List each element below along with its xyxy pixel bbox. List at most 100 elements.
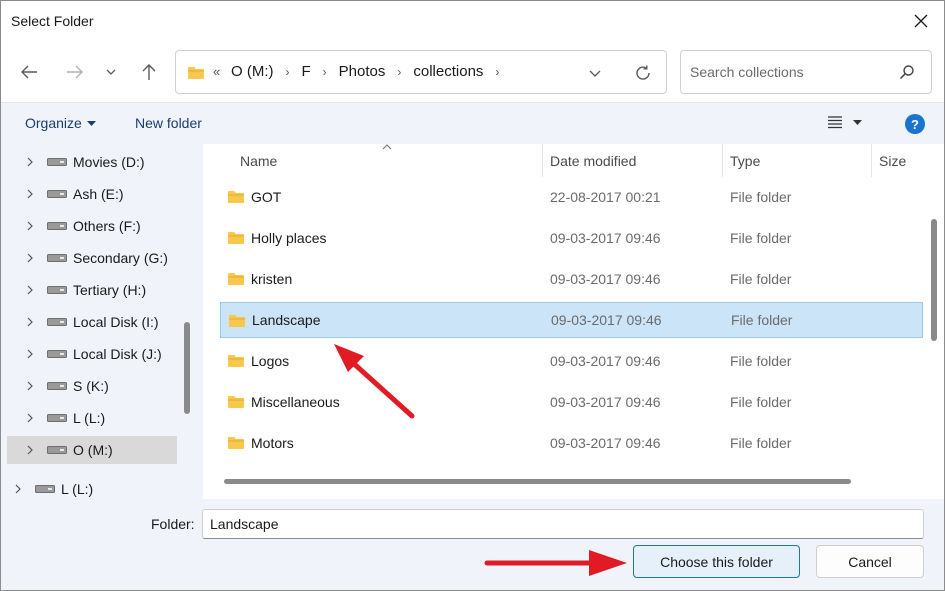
forward-button[interactable] — [61, 58, 89, 86]
table-row[interactable]: Holly places 09-03-2017 09:46 File folde… — [220, 220, 923, 256]
breadcrumb-item[interactable]: F — [302, 63, 311, 80]
sidebar-item-s[interactable]: S (K:) — [7, 372, 177, 400]
chevron-right-icon[interactable]: › — [323, 65, 327, 79]
organize-button[interactable]: Organize — [25, 115, 96, 131]
file-name: Logos — [251, 353, 290, 369]
table-row[interactable]: Miscellaneous 09-03-2017 09:46 File fold… — [220, 384, 923, 420]
file-name: Holly places — [251, 230, 327, 246]
breadcrumb-item[interactable]: O (M:) — [231, 63, 274, 80]
horizontal-scrollbar[interactable] — [224, 479, 851, 484]
refresh-icon — [636, 65, 650, 80]
address-bar[interactable]: « O (M:) › F › Photos › collections › — [175, 50, 667, 94]
chevron-right-icon[interactable] — [23, 413, 37, 423]
sidebar-item-label: Secondary (G:) — [73, 250, 168, 266]
caret-down-icon — [86, 120, 96, 126]
chevron-right-icon[interactable] — [23, 317, 37, 327]
search-box — [680, 50, 932, 94]
chevron-right-icon[interactable] — [11, 484, 25, 494]
drive-icon — [35, 485, 55, 493]
folder-name-input[interactable] — [202, 509, 924, 539]
arrow-left-icon — [21, 65, 37, 79]
column-divider[interactable] — [542, 144, 543, 177]
file-type: File folder — [730, 394, 792, 410]
file-type: File folder — [731, 312, 793, 328]
new-folder-button[interactable]: New folder — [135, 115, 202, 131]
chevron-right-icon[interactable]: › — [286, 65, 290, 79]
file-type: File folder — [730, 271, 792, 287]
file-type: File folder — [730, 189, 792, 205]
column-header-type[interactable]: Type — [730, 144, 760, 177]
chevron-right-icon[interactable] — [23, 349, 37, 359]
breadcrumb: O (M:) › F › Photos › collections › — [231, 63, 511, 80]
folder-icon — [227, 395, 245, 412]
chevron-right-icon[interactable] — [23, 445, 37, 455]
drive-icon — [47, 254, 67, 262]
file-date-modified: 09-03-2017 09:46 — [550, 353, 661, 369]
drive-icon — [47, 446, 67, 454]
navigation-pane[interactable]: Movies (D:) Ash (E:) Others (F:) Seconda… — [1, 144, 195, 499]
drive-icon — [47, 318, 67, 326]
chevron-right-icon[interactable] — [23, 157, 37, 167]
choose-folder-button[interactable]: Choose this folder — [633, 545, 800, 578]
sidebar-item-ash[interactable]: Ash (E:) — [7, 180, 177, 208]
chevron-down-icon — [589, 70, 601, 77]
view-options-button[interactable] — [827, 115, 862, 129]
chevron-right-icon[interactable] — [23, 381, 37, 391]
sidebar-item-label: Tertiary (H:) — [73, 282, 147, 298]
drive-icon — [47, 158, 67, 166]
sidebar-item-label: Ash (E:) — [73, 186, 124, 202]
sidebar-item-l-partial[interactable]: L (L:) — [1, 475, 165, 499]
folder-label: Folder: — [151, 516, 195, 532]
content-area: Movies (D:) Ash (E:) Others (F:) Seconda… — [1, 144, 944, 499]
table-row-selected[interactable]: Landscape 09-03-2017 09:46 File folder — [220, 302, 923, 338]
up-button[interactable] — [135, 58, 163, 86]
search-input[interactable] — [690, 61, 890, 83]
sidebar-item-label: Local Disk (I:) — [73, 314, 159, 330]
title-bar: Select Folder — [1, 1, 944, 41]
select-folder-dialog: Select Folder « O (M:) › F › Photos › co… — [0, 0, 945, 591]
sidebar-item-o[interactable]: O (M:) — [7, 436, 177, 464]
chevron-right-icon[interactable] — [23, 253, 37, 263]
sidebar-item-local-disk-j[interactable]: Local Disk (J:) — [7, 340, 177, 368]
address-history-button[interactable] — [584, 63, 606, 83]
chevron-right-icon[interactable]: › — [397, 65, 401, 79]
sidebar-item-tertiary[interactable]: Tertiary (H:) — [7, 276, 177, 304]
chevron-right-icon[interactable] — [23, 189, 37, 199]
search-icon[interactable] — [899, 64, 915, 83]
breadcrumb-overflow[interactable]: « — [213, 64, 220, 79]
column-header-name[interactable]: Name — [240, 144, 277, 177]
navigation-scrollbar[interactable] — [184, 322, 190, 414]
recent-locations-button[interactable] — [99, 58, 123, 86]
sidebar-item-movies[interactable]: Movies (D:) — [7, 148, 177, 176]
vertical-scrollbar[interactable] — [931, 219, 937, 341]
breadcrumb-item[interactable]: collections — [413, 63, 483, 80]
table-row[interactable]: Logos 09-03-2017 09:46 File folder — [220, 343, 923, 379]
file-date-modified: 09-03-2017 09:46 — [550, 394, 661, 410]
sidebar-item-others[interactable]: Others (F:) — [7, 212, 177, 240]
column-header-size[interactable]: Size — [879, 144, 906, 177]
sidebar-item-label: Movies (D:) — [73, 154, 145, 170]
sidebar-item-l[interactable]: L (L:) — [7, 404, 177, 432]
column-divider[interactable] — [871, 144, 872, 177]
cancel-button[interactable]: Cancel — [816, 545, 924, 578]
sidebar-item-local-disk-i[interactable]: Local Disk (I:) — [7, 308, 177, 336]
close-button[interactable] — [898, 1, 944, 41]
chevron-right-icon[interactable] — [23, 285, 37, 295]
help-button[interactable]: ? — [905, 114, 925, 134]
table-row[interactable]: GOT 22-08-2017 00:21 File folder — [220, 179, 923, 215]
chevron-right-icon[interactable] — [23, 221, 37, 231]
table-row[interactable]: kristen 09-03-2017 09:46 File folder — [220, 261, 923, 297]
chevron-down-icon — [106, 69, 116, 75]
sidebar-item-secondary[interactable]: Secondary (G:) — [7, 244, 177, 272]
column-divider[interactable] — [722, 144, 723, 177]
refresh-button[interactable] — [631, 62, 655, 84]
sidebar-item-label: O (M:) — [73, 442, 113, 458]
file-date-modified: 09-03-2017 09:46 — [550, 435, 661, 451]
sidebar-item-label: Local Disk (J:) — [73, 346, 162, 362]
table-row[interactable]: Motors 09-03-2017 09:46 File folder — [220, 425, 923, 461]
column-header-date-modified[interactable]: Date modified — [550, 144, 636, 177]
breadcrumb-item[interactable]: Photos — [339, 63, 386, 80]
dialog-footer: Folder: Choose this folder Cancel — [1, 499, 944, 590]
chevron-right-icon[interactable]: › — [495, 65, 499, 79]
back-button[interactable] — [15, 58, 43, 86]
